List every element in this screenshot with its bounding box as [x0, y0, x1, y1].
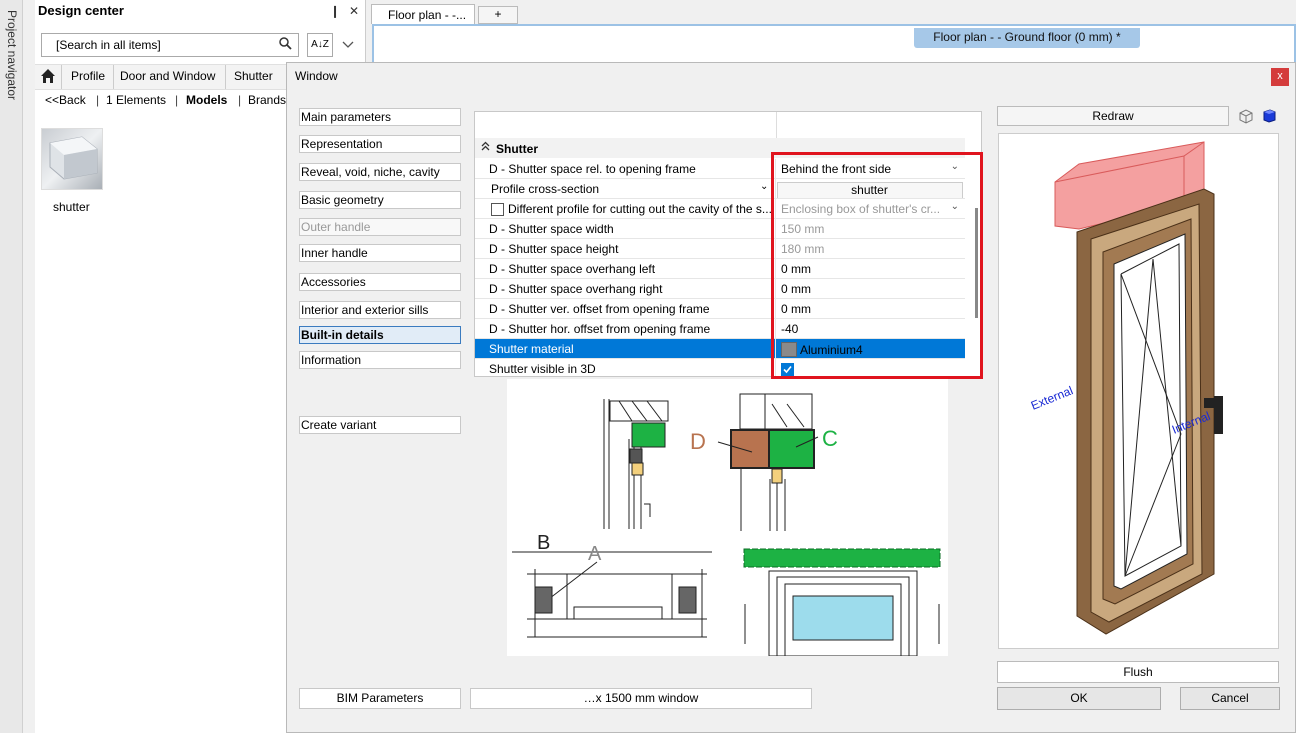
- close-icon[interactable]: ✕: [349, 4, 359, 18]
- nav-representation[interactable]: Representation: [299, 135, 461, 153]
- breadcrumb-profile[interactable]: Profile: [71, 69, 105, 83]
- nav-sills[interactable]: Interior and exterior sills: [299, 301, 461, 319]
- create-variant-button[interactable]: Create variant: [299, 416, 461, 434]
- dialog-close-button[interactable]: x: [1271, 68, 1289, 86]
- sort-az-button[interactable]: A↓Z: [307, 33, 333, 57]
- row-label: D - Shutter space rel. to opening frame: [489, 162, 696, 176]
- dialog-title: Window: [295, 69, 338, 83]
- brands-link[interactable]: Brands: [248, 93, 286, 107]
- view-mode-icon[interactable]: [1238, 108, 1254, 124]
- models-link[interactable]: Models: [186, 93, 227, 107]
- project-navigator-label[interactable]: Project navigator: [3, 7, 21, 103]
- add-tab-button[interactable]: +: [478, 6, 518, 24]
- breadcrumb-shutter[interactable]: Shutter: [234, 69, 273, 83]
- nav-basic-geometry[interactable]: Basic geometry: [299, 191, 461, 209]
- nav-outer-handle[interactable]: Outer handle: [299, 218, 461, 236]
- nav-built-in-details[interactable]: Built-in details: [299, 326, 461, 344]
- flush-button[interactable]: Flush: [997, 661, 1279, 683]
- nav-inner-handle[interactable]: Inner handle: [299, 244, 461, 262]
- nav-reveal[interactable]: Reveal, void, niche, cavity: [299, 163, 461, 181]
- search-input[interactable]: [Search in all items]: [41, 33, 299, 57]
- home-icon[interactable]: [40, 68, 56, 87]
- elements-link[interactable]: 1 Elements: [106, 93, 166, 107]
- chevron-down-icon[interactable]: [335, 33, 361, 57]
- project-navigator-strip[interactable]: Project navigator: [0, 0, 23, 733]
- tab-floor-plan[interactable]: Floor plan - -...: [371, 4, 475, 24]
- breadcrumb-door-and-window[interactable]: Door and Window: [120, 69, 215, 83]
- diagram-label-b: B: [537, 532, 550, 554]
- collapse-icon[interactable]: [481, 141, 490, 154]
- ok-button[interactable]: OK: [997, 687, 1161, 710]
- row-label: D - Shutter hor. offset from opening fra…: [489, 322, 711, 336]
- bim-parameters-button[interactable]: BIM Parameters: [299, 688, 461, 709]
- diagram-label-a: A: [588, 543, 602, 565]
- redraw-button[interactable]: Redraw: [997, 106, 1229, 126]
- shutter-item-label[interactable]: shutter: [53, 200, 90, 214]
- back-link[interactable]: <<Back: [45, 93, 86, 107]
- pin-icon[interactable]: ❙: [330, 4, 340, 18]
- search-icon[interactable]: [279, 37, 292, 53]
- row-label: Shutter material: [489, 342, 574, 356]
- nav-main-parameters[interactable]: Main parameters: [299, 108, 461, 126]
- row-label: Shutter visible in 3D: [489, 362, 596, 376]
- shutter-diagram: D C B A: [507, 379, 948, 657]
- shaded-view-icon[interactable]: [1261, 108, 1277, 124]
- row-label: D - Shutter ver. offset from opening fra…: [489, 302, 710, 316]
- external-label: External: [1029, 383, 1075, 412]
- row-label: D - Shutter space overhang right: [489, 282, 663, 296]
- diagram-label-c: C: [822, 426, 838, 451]
- floor-plan-label: Floor plan - - Ground floor (0 mm) *: [914, 28, 1140, 48]
- diagram-label-d: D: [690, 429, 706, 454]
- floor-plan-area[interactable]: [372, 24, 1296, 64]
- nav-accessories[interactable]: Accessories: [299, 273, 461, 291]
- row-label: Different profile for cutting out the ca…: [508, 202, 772, 216]
- search-placeholder: [Search in all items]: [56, 38, 161, 52]
- cancel-button[interactable]: Cancel: [1180, 687, 1280, 710]
- row-label: D - Shutter space height: [489, 242, 619, 256]
- highlight-box: [771, 152, 983, 379]
- element-name-field[interactable]: …x 1500 mm window: [470, 688, 812, 709]
- different-profile-checkbox[interactable]: [491, 203, 504, 216]
- window-3d-preview[interactable]: External Internal: [998, 133, 1279, 649]
- nav-information[interactable]: Information: [299, 351, 461, 369]
- row-label: D - Shutter space overhang left: [489, 262, 656, 276]
- design-center-title: Design center: [38, 3, 124, 18]
- chevron-down-icon[interactable]: ⌄: [760, 181, 768, 192]
- row-label: Profile cross-section: [491, 182, 600, 196]
- section-title: Shutter: [496, 142, 538, 156]
- row-label: D - Shutter space width: [489, 222, 614, 236]
- shutter-thumbnail[interactable]: [41, 128, 103, 190]
